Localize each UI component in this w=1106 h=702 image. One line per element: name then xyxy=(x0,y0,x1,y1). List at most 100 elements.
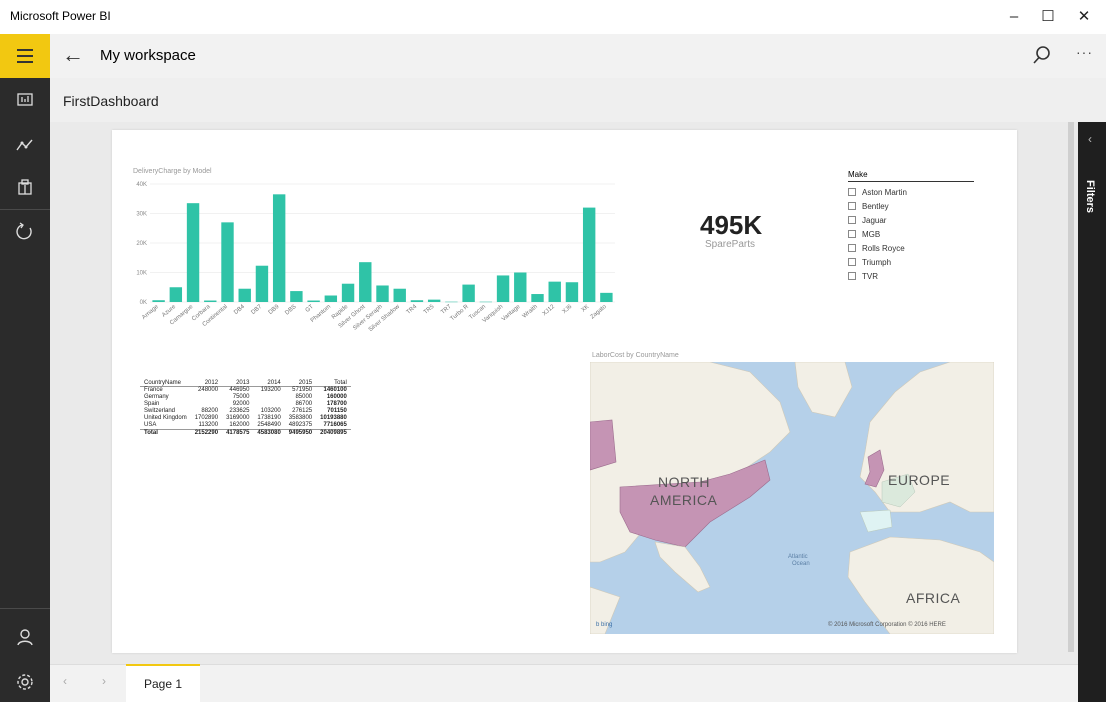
more-options-button[interactable]: ··· xyxy=(1076,44,1093,60)
x-tick-label: XJ6 xyxy=(561,304,573,316)
bar-db7[interactable] xyxy=(255,265,269,302)
x-tick-label: XJ12 xyxy=(542,304,557,318)
bar-silver-seraph[interactable] xyxy=(376,285,389,302)
labor-cost-map[interactable]: NORTH AMERICA EUROPE AFRICA Atlantic Oce… xyxy=(590,362,994,634)
left-rail xyxy=(0,78,50,702)
bar-vanquish[interactable] xyxy=(496,275,510,302)
bar-silver-shadow[interactable] xyxy=(393,288,406,302)
checkbox[interactable] xyxy=(848,188,856,196)
minimize-button[interactable]: – xyxy=(997,2,1031,32)
bar-tuscan[interactable] xyxy=(479,301,493,303)
table-cell: 4583080 xyxy=(253,429,285,437)
table-total-row: Total 2152290 4178575 4583080 9495950 2040989… xyxy=(140,429,351,437)
table-cell xyxy=(253,394,284,401)
table-cell: Total xyxy=(140,429,191,437)
bar-phantom[interactable] xyxy=(324,295,338,302)
table-cell: 10193880 xyxy=(320,415,347,421)
checkbox[interactable] xyxy=(848,244,856,252)
bar-gt[interactable] xyxy=(307,300,320,302)
vertical-scrollbar[interactable] xyxy=(1068,122,1074,652)
bar-db9[interactable] xyxy=(272,194,286,302)
bar-turbo-r[interactable] xyxy=(462,284,475,302)
checkbox[interactable] xyxy=(848,202,856,210)
table-cell: 276125 xyxy=(292,408,313,414)
bar-tr5[interactable] xyxy=(427,299,441,302)
table-cell: 160000 xyxy=(326,394,347,400)
bing-logo: b bing xyxy=(596,622,613,628)
close-button[interactable]: ✕ xyxy=(1067,2,1101,32)
checkbox[interactable] xyxy=(848,258,856,266)
x-tick-label: GT xyxy=(305,304,315,314)
workspace-title: My workspace xyxy=(100,47,196,64)
bar-db4[interactable] xyxy=(238,288,251,302)
checkbox[interactable] xyxy=(848,230,856,238)
map-label-ocean: Atlantic xyxy=(788,554,808,560)
bar-corbara[interactable] xyxy=(204,300,217,302)
bar-tr4[interactable] xyxy=(410,300,424,302)
bar-arnage[interactable] xyxy=(152,300,165,302)
next-page-button[interactable]: › xyxy=(102,674,106,688)
bar-azure[interactable] xyxy=(169,287,183,302)
filters-pane-label[interactable]: Filters xyxy=(1084,180,1096,213)
delivery-charge-bar-chart: 0K10K20K30K40KArnage AzureCamargueCorbara… xyxy=(136,182,615,334)
bar-vantage[interactable] xyxy=(514,272,527,303)
bar-dbs[interactable] xyxy=(290,291,303,302)
table-cell: 4892375 xyxy=(288,422,313,428)
table-cell xyxy=(191,401,222,408)
previous-page-button[interactable]: ‹ xyxy=(63,674,67,688)
table-cell: 193200 xyxy=(260,387,281,393)
table-cell: 3169000 xyxy=(226,415,250,421)
y-tick-label: 0K xyxy=(140,300,147,306)
dashboards-icon[interactable] xyxy=(13,134,37,158)
table-row: United Kingdom 1702890 3169000 1738190 35838… xyxy=(140,415,351,422)
x-tick-label: Wraith xyxy=(522,304,539,320)
checkbox[interactable] xyxy=(848,272,856,280)
collapse-filters-icon[interactable]: ‹ xyxy=(1088,132,1092,146)
search-icon[interactable] xyxy=(1030,44,1054,68)
bar-continental[interactable] xyxy=(221,222,234,302)
x-tick-label: Silver Shadow xyxy=(368,304,402,334)
bar-xj6[interactable] xyxy=(565,282,579,302)
maximize-button[interactable]: ☐ xyxy=(1031,2,1065,32)
slicer-item-label: Bentley xyxy=(862,201,889,211)
tab-page-1[interactable]: Page 1 xyxy=(126,664,200,702)
slicer-item[interactable]: Triumph xyxy=(848,255,974,269)
bar-xk[interactable] xyxy=(582,207,596,302)
slicer-item[interactable]: Bentley xyxy=(848,199,974,213)
x-tick-label: DB9 xyxy=(268,304,281,317)
bar-zagato[interactable] xyxy=(600,292,613,302)
slicer-item[interactable]: Aston Martin xyxy=(848,185,974,199)
back-button[interactable]: ← xyxy=(62,42,84,68)
x-tick-label: TR5 xyxy=(423,304,436,316)
slicer-item[interactable]: Jaguar xyxy=(848,213,974,227)
table-row: USA 113200 162000 2548490 4892375 7716065 xyxy=(140,422,351,430)
y-tick-label: 20K xyxy=(136,241,147,247)
settings-icon[interactable] xyxy=(13,670,37,694)
bar-rapide[interactable] xyxy=(341,283,355,302)
slicer-item-label: TVR xyxy=(862,271,878,281)
slicer-item[interactable]: MGB xyxy=(848,227,974,241)
rail-divider xyxy=(0,608,50,609)
datasets-icon[interactable] xyxy=(13,176,37,200)
table-cell: USA xyxy=(144,422,157,428)
bar-wraith[interactable] xyxy=(531,294,544,302)
reports-icon[interactable] xyxy=(13,88,37,112)
x-tick-label: Turbo R xyxy=(450,304,471,323)
table-cell: 1702890 xyxy=(194,415,219,421)
slicer-item[interactable]: Rolls Royce xyxy=(848,241,974,255)
bar-xj12[interactable] xyxy=(548,281,561,302)
refresh-icon[interactable] xyxy=(13,220,37,244)
table-row: Switzerland 88200 233625 103200 276125 701150 xyxy=(140,408,351,415)
table-cell: Germany xyxy=(144,394,169,400)
table-cell: 3583800 xyxy=(288,415,313,421)
slicer-item[interactable]: TVR xyxy=(848,269,974,283)
slicer-item-label: Jaguar xyxy=(862,215,887,225)
account-icon[interactable] xyxy=(13,625,37,649)
slicer-header: Make xyxy=(848,170,974,182)
hamburger-menu-button[interactable] xyxy=(0,34,50,78)
checkbox[interactable] xyxy=(848,216,856,224)
table-cell: 86700 xyxy=(295,401,313,407)
bar-silver-ghost[interactable] xyxy=(359,262,372,302)
bar-tr7[interactable] xyxy=(445,301,458,303)
bar-camargue[interactable] xyxy=(186,203,200,302)
